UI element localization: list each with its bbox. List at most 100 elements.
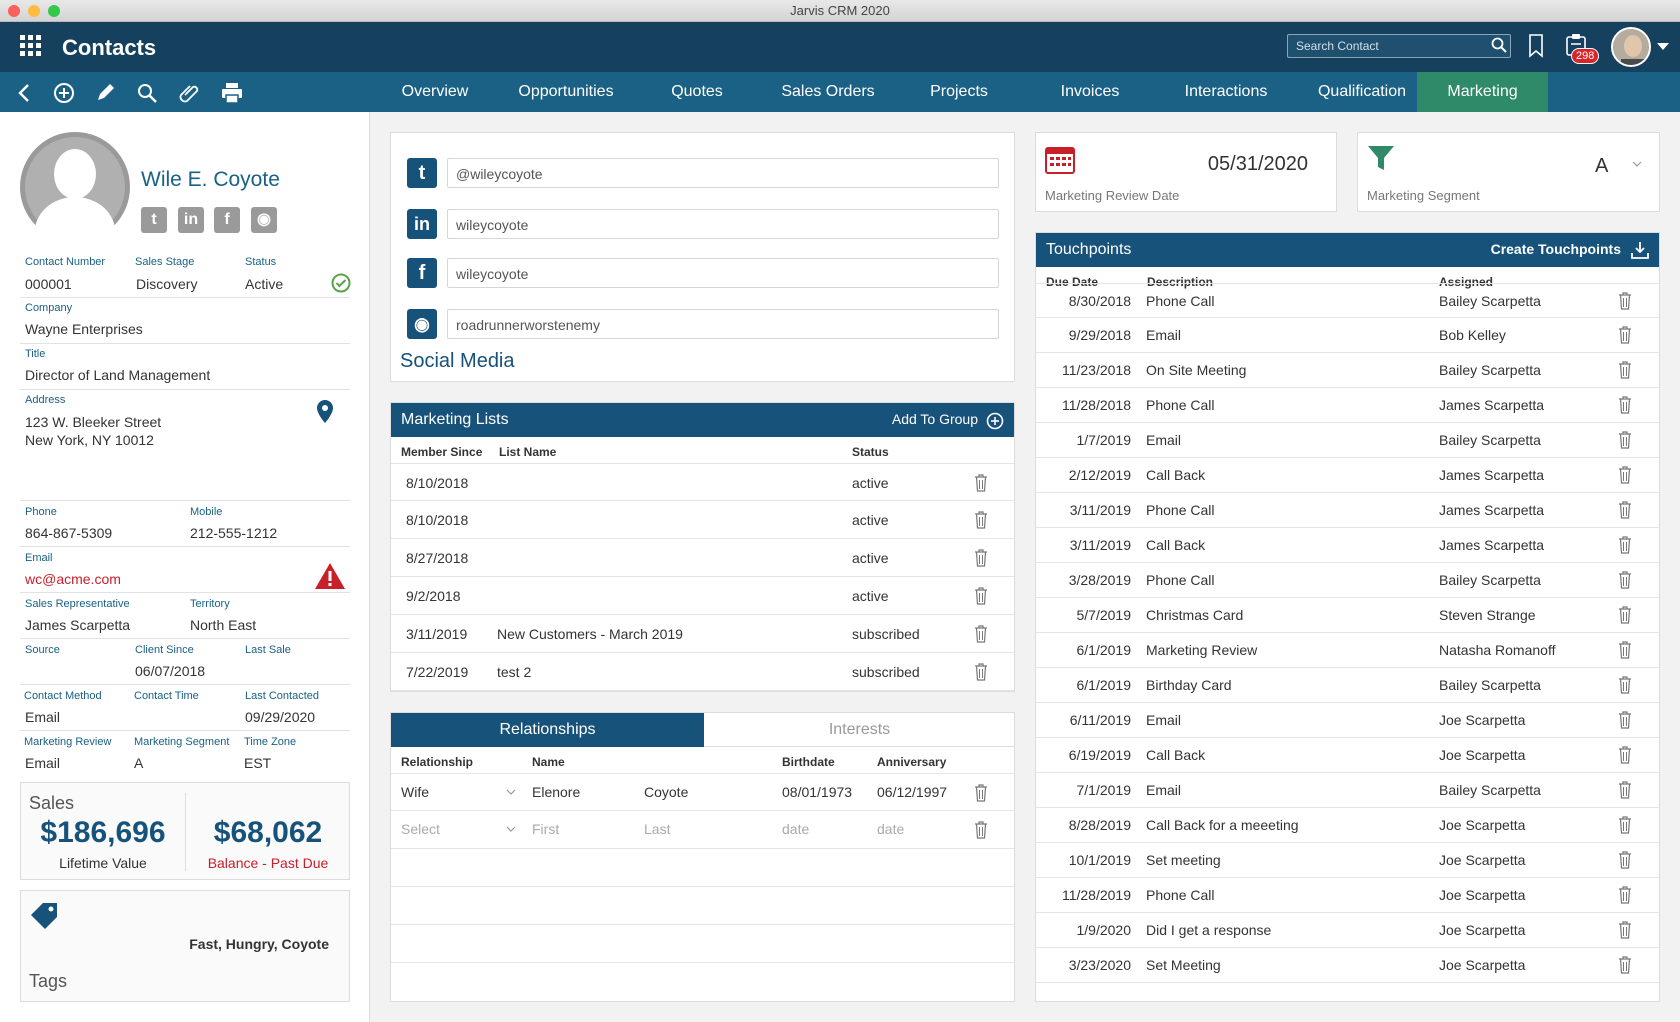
birthdate-input[interactable]: date — [782, 821, 809, 837]
trash-icon[interactable] — [1618, 921, 1632, 939]
touchpoint-row[interactable]: 5/7/2019 Christmas Card Steven Strange — [1036, 598, 1659, 633]
touchpoint-row[interactable]: 10/1/2019 Set meeting Joe Scarpetta — [1036, 843, 1659, 878]
trash-icon[interactable] — [1618, 781, 1632, 799]
anniversary[interactable]: 06/12/1997 — [877, 784, 947, 800]
trash-icon[interactable] — [1618, 361, 1632, 379]
tab-quotes[interactable]: Quotes — [656, 72, 738, 112]
trash-icon[interactable] — [1618, 816, 1632, 834]
touchpoint-row[interactable]: 6/19/2019 Call Back Joe Scarpetta — [1036, 738, 1659, 773]
tab-opportunities[interactable]: Opportunities — [509, 72, 623, 112]
chevron-down-icon[interactable] — [506, 789, 516, 795]
last-name[interactable]: Coyote — [644, 784, 688, 800]
trash-icon[interactable] — [1618, 326, 1632, 344]
touchpoint-row[interactable]: 7/1/2019 Email Bailey Scarpetta — [1036, 773, 1659, 808]
tab-sales-orders[interactable]: Sales Orders — [773, 72, 883, 112]
tab-projects[interactable]: Projects — [916, 72, 1002, 112]
touchpoint-row[interactable]: 11/23/2018 On Site Meeting Bailey Scarpett… — [1036, 353, 1659, 388]
close-window-button[interactable] — [8, 5, 20, 17]
add-circle-icon[interactable] — [986, 412, 1004, 430]
phone-value[interactable]: 864-867-5309 — [25, 525, 112, 541]
trash-icon[interactable] — [1618, 641, 1632, 659]
touchpoint-row[interactable]: 8/30/2018 Phone Call Bailey Scarpetta — [1036, 283, 1659, 318]
twitter-input[interactable]: @wileycoyote — [447, 158, 999, 188]
user-avatar[interactable] — [1611, 27, 1651, 67]
tab-relationships[interactable]: Relationships — [391, 713, 704, 747]
trash-icon[interactable] — [974, 821, 988, 839]
trash-icon[interactable] — [1618, 851, 1632, 869]
touchpoint-row[interactable]: 2/12/2019 Call Back James Scarpetta — [1036, 458, 1659, 493]
trash-icon[interactable] — [974, 511, 988, 529]
paperclip-icon[interactable] — [178, 82, 202, 104]
print-icon[interactable] — [220, 82, 244, 104]
search-icon[interactable] — [1491, 37, 1507, 53]
trash-icon[interactable] — [1618, 711, 1632, 729]
chevron-down-icon[interactable] — [506, 826, 516, 832]
touchpoint-row[interactable]: 6/11/2019 Email Joe Scarpetta — [1036, 703, 1659, 738]
touchpoint-row[interactable]: 9/29/2018 Email Bob Kelley — [1036, 318, 1659, 353]
trash-icon[interactable] — [1618, 501, 1632, 519]
trash-icon[interactable] — [974, 625, 988, 643]
touchpoint-row[interactable]: 3/23/2020 Set Meeting Joe Scarpetta — [1036, 948, 1659, 983]
anniversary-input[interactable]: date — [877, 821, 904, 837]
relationship-select[interactable]: Wife — [401, 784, 429, 800]
touchpoint-row[interactable]: 3/11/2019 Call Back James Scarpetta — [1036, 528, 1659, 563]
touchpoint-row[interactable]: 6/1/2019 Marketing Review Natasha Romanoff — [1036, 633, 1659, 668]
add-circle-icon[interactable] — [52, 82, 76, 104]
tab-interactions[interactable]: Interactions — [1170, 72, 1282, 112]
linkedin-icon[interactable]: in — [178, 207, 204, 233]
tab-overview[interactable]: Overview — [391, 72, 479, 112]
trash-icon[interactable] — [1618, 956, 1632, 974]
marketing-list-row[interactable]: 8/10/2018 active — [391, 501, 1014, 539]
segment-value[interactable]: A — [1595, 155, 1608, 178]
bookmark-icon[interactable] — [1528, 34, 1544, 58]
minimize-window-button[interactable] — [28, 5, 40, 17]
map-pin-icon[interactable] — [315, 399, 335, 425]
marketing-list-row[interactable]: 7/22/2019 test 2 subscribed — [391, 653, 1014, 691]
trash-icon[interactable] — [974, 663, 988, 681]
marketing-list-row[interactable]: 3/11/2019 New Customers - March 2019 subsc… — [391, 615, 1014, 653]
chevron-down-icon[interactable] — [1657, 43, 1669, 51]
trash-icon[interactable] — [974, 549, 988, 567]
search-tool-icon[interactable] — [136, 82, 160, 104]
relationship-select[interactable]: Select — [401, 821, 440, 837]
marketing-list-row[interactable]: 8/27/2018 active — [391, 539, 1014, 577]
create-touchpoints-button[interactable]: Create Touchpoints — [1491, 241, 1621, 257]
chevron-down-icon[interactable] — [1632, 161, 1642, 167]
trash-icon[interactable] — [974, 784, 988, 802]
trash-icon[interactable] — [1618, 571, 1632, 589]
tab-interests[interactable]: Interests — [704, 713, 1015, 747]
trash-icon[interactable] — [1618, 466, 1632, 484]
instagram-input[interactable]: roadrunnerworstenemy — [447, 309, 999, 339]
first-name[interactable]: Elenore — [532, 784, 580, 800]
trash-icon[interactable] — [1618, 886, 1632, 904]
facebook-input[interactable]: wileycoyote — [447, 258, 999, 288]
back-icon[interactable] — [14, 82, 38, 104]
trash-icon[interactable] — [1618, 396, 1632, 414]
trash-icon[interactable] — [1618, 606, 1632, 624]
apps-grid-icon[interactable] — [20, 35, 42, 57]
first-name-input[interactable]: First — [532, 821, 559, 837]
search-input[interactable]: Search Contact — [1287, 34, 1511, 58]
trash-icon[interactable] — [974, 474, 988, 492]
birthdate[interactable]: 08/01/1973 — [782, 784, 852, 800]
facebook-icon[interactable]: f — [214, 207, 240, 233]
trash-icon[interactable] — [1618, 292, 1632, 310]
touchpoint-row[interactable]: 1/7/2019 Email Bailey Scarpetta — [1036, 423, 1659, 458]
touchpoint-row[interactable]: 3/28/2019 Phone Call Bailey Scarpetta — [1036, 563, 1659, 598]
trash-icon[interactable] — [1618, 431, 1632, 449]
mobile-value[interactable]: 212-555-1212 — [190, 525, 277, 541]
touchpoint-row[interactable]: 11/28/2018 Phone Call James Scarpetta — [1036, 388, 1659, 423]
touchpoint-row[interactable]: 8/28/2019 Call Back for a meeeting Joe Sca… — [1036, 808, 1659, 843]
marketing-list-row[interactable]: 8/10/2018 active — [391, 463, 1014, 501]
touchpoint-row[interactable]: 6/1/2019 Birthday Card Bailey Scarpetta — [1036, 668, 1659, 703]
touchpoint-row[interactable]: 3/11/2019 Phone Call James Scarpetta — [1036, 493, 1659, 528]
tab-marketing[interactable]: Marketing — [1417, 72, 1548, 112]
trash-icon[interactable] — [974, 587, 988, 605]
download-icon[interactable] — [1631, 241, 1649, 259]
touchpoint-row[interactable]: 1/9/2020 Did I get a response Joe Scarpett… — [1036, 913, 1659, 948]
twitter-icon[interactable]: t — [141, 207, 167, 233]
marketing-list-row[interactable]: 9/2/2018 active — [391, 577, 1014, 615]
email-value[interactable]: wc@acme.com — [25, 571, 121, 587]
tab-invoices[interactable]: Invoices — [1046, 72, 1134, 112]
add-to-group-button[interactable]: Add To Group — [892, 411, 978, 427]
